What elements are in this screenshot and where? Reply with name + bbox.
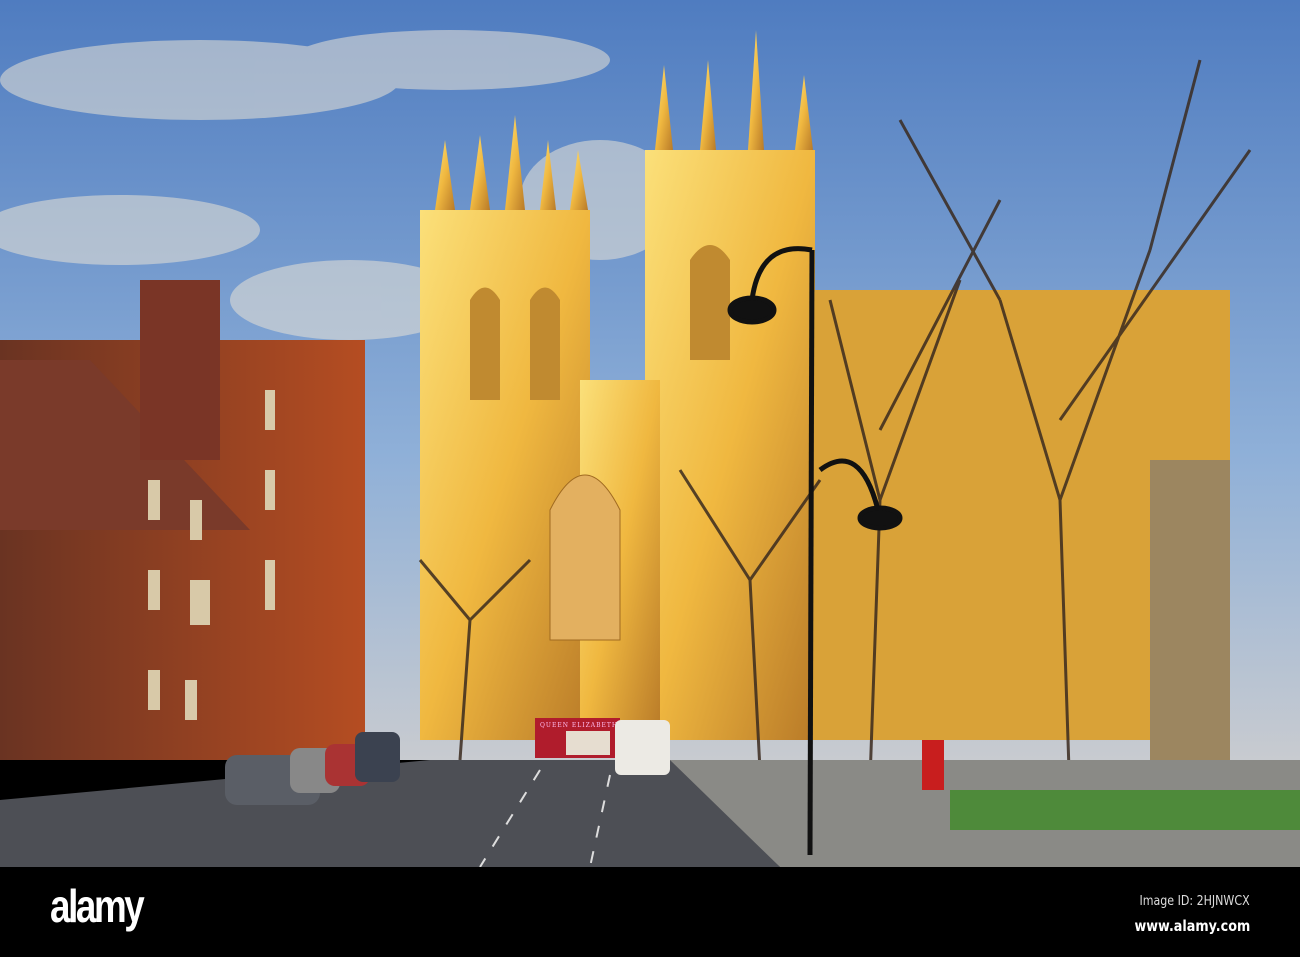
buildings-left [0,280,365,760]
post-box [922,740,944,790]
alamy-logo: alamy [50,880,145,932]
website-link[interactable]: www.alamy.com [1134,917,1250,935]
lawn [950,790,1300,830]
photo-scene: QUEEN ELIZABETH SQUARE [0,0,1300,867]
white-van [615,720,670,775]
watermark-bar: alamy Image ID: 2HJNWCX www.alamy.com [0,867,1300,957]
image-id: Image ID: 2HJNWCX [1139,894,1250,909]
